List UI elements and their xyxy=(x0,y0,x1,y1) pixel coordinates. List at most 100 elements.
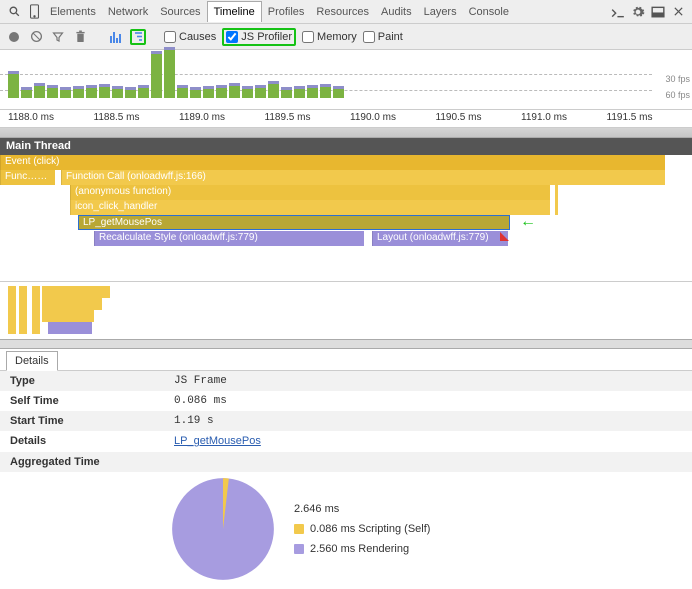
filter-icon[interactable] xyxy=(50,29,66,45)
details-link[interactable]: LP_getMousePos xyxy=(174,435,261,447)
overview-bar xyxy=(138,88,149,98)
overview-bar xyxy=(242,89,253,98)
frame-sliver[interactable] xyxy=(658,170,662,182)
tab-profiles[interactable]: Profiles xyxy=(262,2,311,22)
details-starttime-label: Start Time xyxy=(0,415,170,427)
overview-bar xyxy=(307,88,318,98)
swatch-rendering-icon xyxy=(294,544,304,554)
overview-bar xyxy=(47,88,58,98)
frame-lp-getmousepos[interactable]: LP_getMousePos xyxy=(78,215,510,230)
overview-bar xyxy=(73,89,84,98)
tab-layers[interactable]: Layers xyxy=(418,2,463,22)
legend-rendering: 2.560 ms Rendering xyxy=(310,543,409,555)
tab-network[interactable]: Network xyxy=(102,2,154,22)
overview-bar xyxy=(60,90,71,98)
garbage-icon[interactable] xyxy=(72,29,88,45)
thread-header: Main Thread xyxy=(0,138,692,155)
details-panel: Type JS Frame Self Time 0.086 ms Start T… xyxy=(0,371,692,586)
details-selftime-value: 0.086 ms xyxy=(170,395,227,407)
pie-legend: 2.646 ms 0.086 ms Scripting (Self) 2.560… xyxy=(294,499,430,559)
paint-checkbox[interactable]: Paint xyxy=(363,31,403,43)
frame-sliver[interactable] xyxy=(648,170,654,182)
overview-bar xyxy=(99,87,110,98)
details-type-value: JS Frame xyxy=(170,375,227,387)
tick: 1190.0 ms xyxy=(350,110,436,127)
drawer-icon[interactable] xyxy=(608,2,628,22)
tick: 1191.0 ms xyxy=(521,110,607,127)
overview-bar xyxy=(294,89,305,98)
summary-strip[interactable] xyxy=(0,281,692,339)
overview-bar xyxy=(125,90,136,98)
details-tab[interactable]: Details xyxy=(6,351,58,371)
memory-label: Memory xyxy=(317,31,357,43)
tick: 1189.0 ms xyxy=(179,110,265,127)
record-icon[interactable] xyxy=(6,29,22,45)
swatch-scripting-icon xyxy=(294,524,304,534)
overview-chart[interactable]: 30 fps 60 fps xyxy=(0,50,692,110)
frame-event[interactable]: Event (click) xyxy=(0,155,665,170)
details-details-label: Details xyxy=(0,435,170,448)
overview-bar xyxy=(216,88,227,98)
tick: 1188.5 ms xyxy=(94,110,180,127)
overview-bar xyxy=(255,88,266,98)
tick: 1189.5 ms xyxy=(265,110,351,127)
frame-anonymous[interactable]: (anonymous function) xyxy=(70,185,550,200)
frame-icon-click[interactable]: icon_click_handler xyxy=(70,200,550,215)
flame-graph[interactable]: Event (click) Func…54) Function Call (on… xyxy=(0,155,692,281)
frame-layout[interactable]: Layout (onloadwff.js:779) xyxy=(372,231,508,246)
overview-bar xyxy=(268,84,279,98)
overview-bar xyxy=(86,88,97,98)
causes-label: Causes xyxy=(179,31,216,43)
overview-bar xyxy=(320,87,331,98)
overview-bar xyxy=(333,89,344,98)
frame-recalc-style[interactable]: Recalculate Style (onloadwff.js:779) xyxy=(94,231,364,246)
causes-checkbox[interactable]: Causes xyxy=(164,31,216,43)
gear-icon[interactable] xyxy=(628,2,648,22)
search-icon[interactable] xyxy=(4,2,24,22)
overview-bar xyxy=(281,90,292,98)
tick: 1190.5 ms xyxy=(436,110,522,127)
fps-60: 60 fps xyxy=(665,90,690,100)
details-tabbar: Details xyxy=(0,349,692,371)
frame-function-call[interactable]: Function Call (onloadwff.js:166) xyxy=(61,170,665,185)
legend-scripting: 0.086 ms Scripting (Self) xyxy=(310,523,430,535)
js-profiler-checkbox[interactable]: JS Profiler xyxy=(222,28,296,46)
legend-total: 2.646 ms xyxy=(294,499,430,519)
top-toolbar: Elements Network Sources Timeline Profil… xyxy=(0,0,692,24)
warning-wedge-icon xyxy=(500,232,509,241)
overview-bar xyxy=(21,90,32,98)
time-scrubber[interactable] xyxy=(0,128,692,138)
aggregated-time-pie xyxy=(170,476,276,582)
paint-label: Paint xyxy=(378,31,403,43)
overview-bar xyxy=(34,86,45,98)
js-profiler-label: JS Profiler xyxy=(241,31,292,43)
overview-bar xyxy=(190,90,201,98)
overview-bar xyxy=(8,74,19,98)
tab-elements[interactable]: Elements xyxy=(44,2,102,22)
overview-bar xyxy=(177,88,188,98)
view-bars-icon[interactable] xyxy=(108,29,124,45)
pane-divider[interactable] xyxy=(0,339,692,349)
overview-bar xyxy=(203,89,214,98)
overview-bar xyxy=(151,54,162,98)
tab-resources[interactable]: Resources xyxy=(310,2,375,22)
tab-timeline[interactable]: Timeline xyxy=(207,1,262,22)
frame-func54[interactable]: Func…54) xyxy=(0,170,55,185)
device-icon[interactable] xyxy=(24,2,44,22)
close-icon[interactable] xyxy=(668,2,688,22)
details-aggtime-label: Aggregated Time xyxy=(0,456,170,468)
overview-bar xyxy=(112,89,123,98)
details-selftime-label: Self Time xyxy=(0,395,170,407)
memory-checkbox[interactable]: Memory xyxy=(302,31,357,43)
details-type-label: Type xyxy=(0,375,170,387)
tab-console[interactable]: Console xyxy=(463,2,515,22)
view-flame-icon[interactable] xyxy=(130,29,146,45)
controls-row: Causes JS Profiler Memory Paint xyxy=(0,24,692,50)
tab-audits[interactable]: Audits xyxy=(375,2,418,22)
overview-bar xyxy=(164,50,175,98)
clear-icon[interactable] xyxy=(28,29,44,45)
dock-icon[interactable] xyxy=(648,2,668,22)
frame-sliver[interactable] xyxy=(555,185,558,215)
tab-sources[interactable]: Sources xyxy=(154,2,206,22)
tick: 1191.5 ms xyxy=(607,110,692,127)
